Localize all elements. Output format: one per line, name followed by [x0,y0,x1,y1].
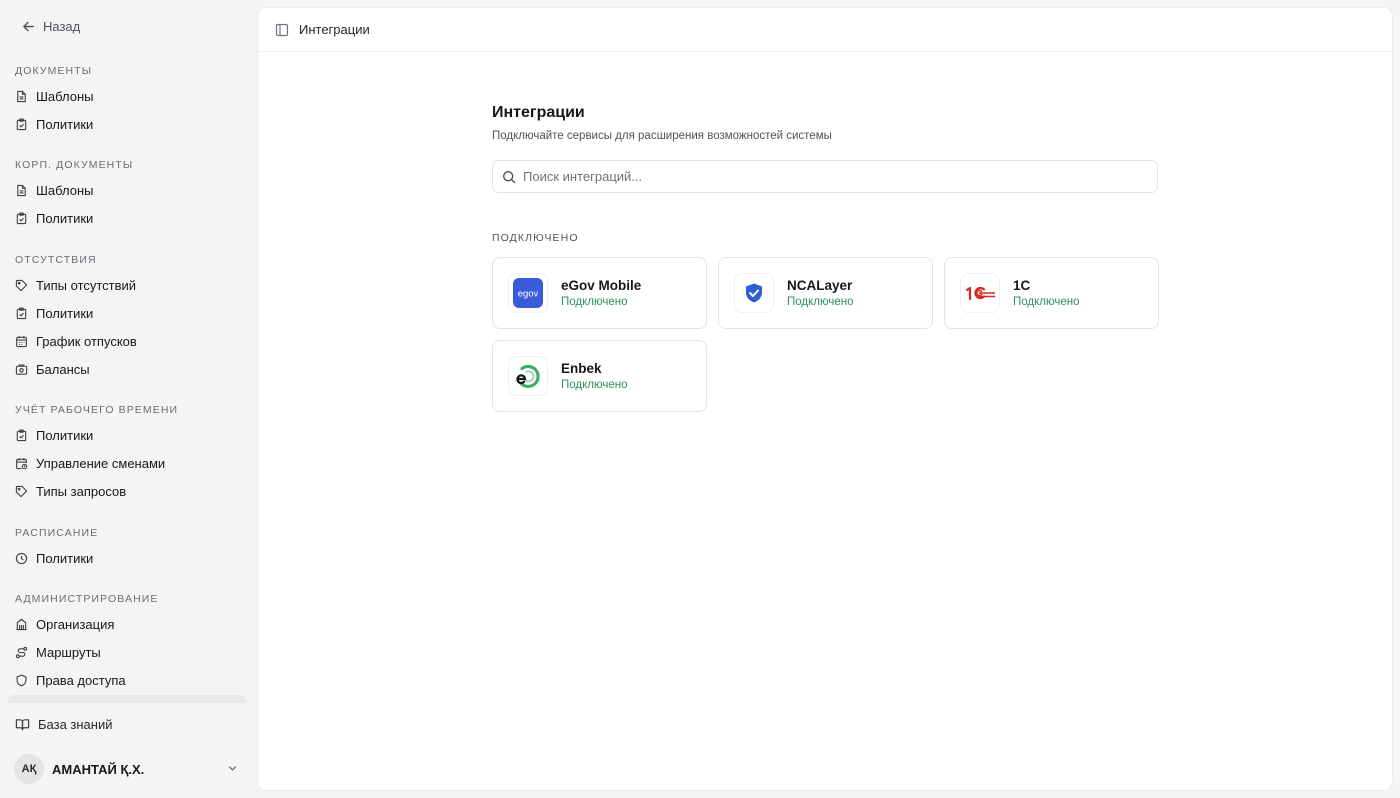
main-panel: Интеграции Интеграции Подключайте сервис… [258,8,1392,790]
sidebar-item-label: График отпусков [36,333,137,349]
integration-name: eGov Mobile [561,278,642,293]
connected-label-text: Подключено [492,232,579,244]
sidebar-item-corp-policies[interactable]: Политики [8,205,246,231]
sidebar-item-corp-templates[interactable]: Шаблоны [8,177,246,203]
integration-status: Подключено [561,379,628,391]
tag-icon [15,485,28,497]
search-box[interactable] [492,160,1158,193]
arrow-left-icon [23,21,34,31]
route-icon [15,646,28,658]
top-bar: Интеграции [258,8,1392,52]
breadcrumb: Интеграции [299,22,370,37]
sidebar-item-label: Политики [36,427,94,443]
egov-logo: egov [508,273,548,313]
sidebar-item-request-types[interactable]: Типы запросов [8,478,246,504]
enbek-logo [508,356,548,396]
section-title-time-tracking: Учёт рабочего времени [15,404,179,416]
plug-icon [19,702,24,703]
sidebar-item-label: Политики [36,116,94,132]
integration-card-1c[interactable]: 1С Подключено [944,257,1159,329]
scale-icon [15,363,28,375]
integration-name: NCALayer [787,278,853,293]
sidebar-item-label: Балансы [36,361,90,377]
sidebar-item-integrations-active[interactable] [8,695,246,703]
calendar-clock-icon [16,457,28,469]
sidebar-nav[interactable]: Документы Шаблоны Политики Корп. докумен… [0,56,254,703]
sidebar-item-label: Шаблоны [36,88,94,104]
page-subtitle: Подключайте сервисы для расширения возмо… [492,130,832,142]
user-menu[interactable]: АҚ АМАНТАЙ Қ.Х. [14,753,244,785]
sidebar-item-document-policies[interactable]: Политики [8,111,246,137]
building-icon [16,618,27,630]
shield-icon [16,674,27,686]
sidebar-item-organization[interactable]: Организация [8,611,246,637]
svg-text:egov: egov [518,289,539,300]
sidebar-item-absence-policies[interactable]: Политики [8,300,246,326]
connected-section-label: Подключено [492,231,1158,245]
integration-status: Подключено [561,296,628,308]
sidebar-item-time-policies[interactable]: Политики [8,422,246,448]
clipboard-check-icon [16,429,27,441]
sidebar-item-label: Политики [36,210,94,226]
sidebar-item-label: Маршруты [36,644,101,660]
avatar: АҚ [14,754,44,784]
tag-icon [15,279,28,291]
user-name: АМАНТАЙ Қ.Х. [52,761,145,777]
1c-logo [960,273,1000,313]
knowledge-base-label: База знаний [38,716,113,732]
sidebar-toggle-icon[interactable] [275,23,289,37]
integrations-content: Интеграции Подключайте сервисы для расши… [492,103,1159,412]
integration-cards: egov eGov Mobile Подключено NCALayer Под… [492,257,1159,412]
sidebar-item-label: Политики [36,305,94,321]
sidebar-item-shift-management[interactable]: Управление сменами [8,450,246,476]
book-open-icon [15,718,30,730]
section-title-corp-documents: Корп. документы [15,159,134,171]
sidebar-item-balances[interactable]: Балансы [8,356,246,382]
document-icon [17,90,26,102]
sidebar-item-label: Типы запросов [36,483,127,499]
section-title-schedule: Расписание [15,527,99,539]
integration-card-ncalayer[interactable]: NCALayer Подключено [718,257,933,329]
sidebar-item-access-rights[interactable]: Права доступа [8,667,246,693]
clipboard-check-icon [16,118,27,130]
section-title-absences: Отсутствия [15,254,97,266]
search-input[interactable] [523,169,1123,184]
search-icon [502,170,516,183]
integration-status: Подключено [787,296,854,308]
back-button[interactable]: Назад [22,17,80,35]
document-icon [17,184,26,196]
section-title-administration: Администрирование [15,593,159,605]
sidebar-item-label: Типы отсутствий [36,277,137,293]
integration-status: Подключено [1013,296,1080,308]
sidebar-item-absence-types[interactable]: Типы отсутствий [8,272,246,298]
clock-icon [15,552,28,564]
chevron-down-icon [229,766,236,771]
sidebar-item-label: Шаблоны [36,182,94,198]
sidebar-item-routes[interactable]: Маршруты [8,639,246,665]
sidebar-item-label: Организация [36,616,115,632]
sidebar-item-schedule-policies[interactable]: Политики [8,545,246,571]
section-title-documents: Документы [15,65,93,77]
clipboard-check-icon [16,307,27,319]
sidebar-item-label: Политики [36,550,94,566]
integration-name: Enbek [561,361,602,376]
sidebar: Назад Документы Шаблоны Политики Корп. д… [0,0,254,798]
clipboard-check-icon [16,212,27,224]
ncalayer-shield-logo [734,273,774,313]
sidebar-item-vacation-schedule[interactable]: График отпусков [8,328,246,354]
sidebar-item-document-templates[interactable]: Шаблоны [8,83,246,109]
integration-card-egov[interactable]: egov eGov Mobile Подключено [492,257,707,329]
integration-card-enbek[interactable]: Enbek Подключено [492,340,707,412]
back-label: Назад [43,18,81,34]
sidebar-item-label: Права доступа [36,672,126,688]
knowledge-base-link[interactable]: База знаний [15,713,113,735]
sidebar-item-label: Управление сменами [36,455,166,471]
calendar-icon [16,335,27,347]
integration-name: 1С [1013,278,1031,293]
page-title: Интеграции [492,104,585,121]
